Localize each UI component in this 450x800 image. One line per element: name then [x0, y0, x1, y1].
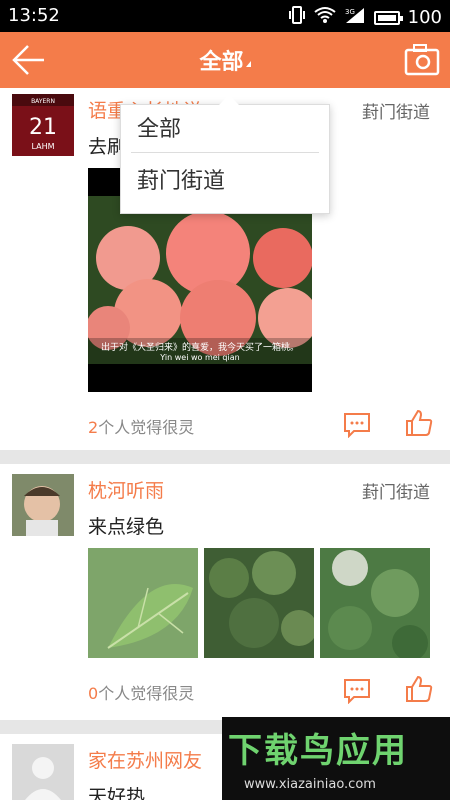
post-photo[interactable] — [88, 548, 198, 658]
dropdown-option-street[interactable]: 葑门街道 — [121, 157, 329, 207]
post-username[interactable]: 家在苏州网友 — [88, 746, 202, 773]
comment-button[interactable] — [343, 412, 371, 439]
video-subtitle: Yin wei wo mei qian — [160, 353, 240, 362]
watermark-url: www.xiazainiao.com — [244, 777, 376, 792]
avatar[interactable] — [12, 744, 74, 800]
like-button[interactable] — [404, 408, 434, 438]
battery-level: 100 — [407, 7, 442, 28]
likes-count: 2个人觉得很灵 — [88, 414, 194, 438]
svg-text:21: 21 — [29, 115, 57, 140]
comment-icon — [344, 413, 370, 439]
thumbs-up-icon — [406, 409, 433, 436]
post-photo[interactable] — [320, 548, 430, 661]
comment-icon — [344, 679, 370, 705]
child-avatar-image — [12, 474, 74, 536]
thumbs-up-icon — [406, 675, 433, 702]
post-divider — [0, 450, 450, 464]
likes-number: 0 — [88, 684, 99, 703]
filter-title[interactable]: 全部 — [0, 44, 450, 76]
post-item: 枕河听雨 葑门街道 来点绿色 0个人觉得很灵 — [0, 474, 450, 714]
like-button[interactable] — [404, 674, 434, 704]
status-icons: 3G 100 — [288, 5, 442, 30]
post-photo[interactable] — [204, 548, 317, 658]
svg-text:3G: 3G — [345, 8, 355, 16]
svg-text:LAHM: LAHM — [31, 142, 54, 151]
signal-icon: 3G — [344, 6, 366, 29]
post-location: 葑门街道 — [362, 103, 430, 123]
caret-icon — [245, 61, 251, 67]
battery-icon — [373, 10, 403, 25]
wifi-icon — [314, 6, 336, 29]
dropdown-option-all[interactable]: 全部 — [121, 105, 329, 155]
watermark-banner: 下载鸟应用 www.xiazainiao.com — [222, 717, 450, 800]
watermark-title: 下载鸟应用 — [228, 731, 408, 771]
camera-icon — [404, 44, 440, 76]
default-avatar-icon — [12, 744, 74, 800]
svg-text:BAYERN: BAYERN — [31, 98, 55, 105]
filter-title-label: 全部 — [199, 50, 244, 75]
plants-photo-image — [320, 548, 430, 661]
video-caption: 出于对《大圣归来》的喜爱，我今天买了一箱桃。 — [100, 343, 299, 353]
post-content: 天好热 — [88, 786, 146, 800]
likes-number: 2 — [88, 418, 99, 437]
avatar[interactable] — [12, 474, 74, 536]
dropdown-divider — [131, 152, 319, 153]
likes-count: 0个人觉得很灵 — [88, 680, 194, 704]
post-content: 来点绿色 — [88, 516, 165, 538]
likes-label: 个人觉得很灵 — [98, 684, 195, 703]
foliage-photo-image — [204, 548, 317, 658]
post-location: 葑门街道 — [362, 483, 430, 503]
jersey-avatar-image: BAYERN 21 LAHM — [12, 94, 74, 156]
likes-label: 个人觉得很灵 — [98, 418, 195, 437]
post-username[interactable]: 枕河听雨 — [88, 476, 164, 503]
status-bar: 13:52 3G 100 — [0, 0, 450, 32]
filter-dropdown: 全部 葑门街道 — [120, 95, 330, 214]
app-header: 全部 — [0, 32, 450, 88]
avatar[interactable]: BAYERN 21 LAHM — [12, 94, 74, 156]
leaf-photo-image — [88, 548, 198, 658]
comment-button[interactable] — [343, 678, 371, 705]
status-time: 13:52 — [8, 5, 60, 26]
vibrate-icon — [288, 5, 306, 30]
camera-button[interactable] — [400, 38, 444, 82]
